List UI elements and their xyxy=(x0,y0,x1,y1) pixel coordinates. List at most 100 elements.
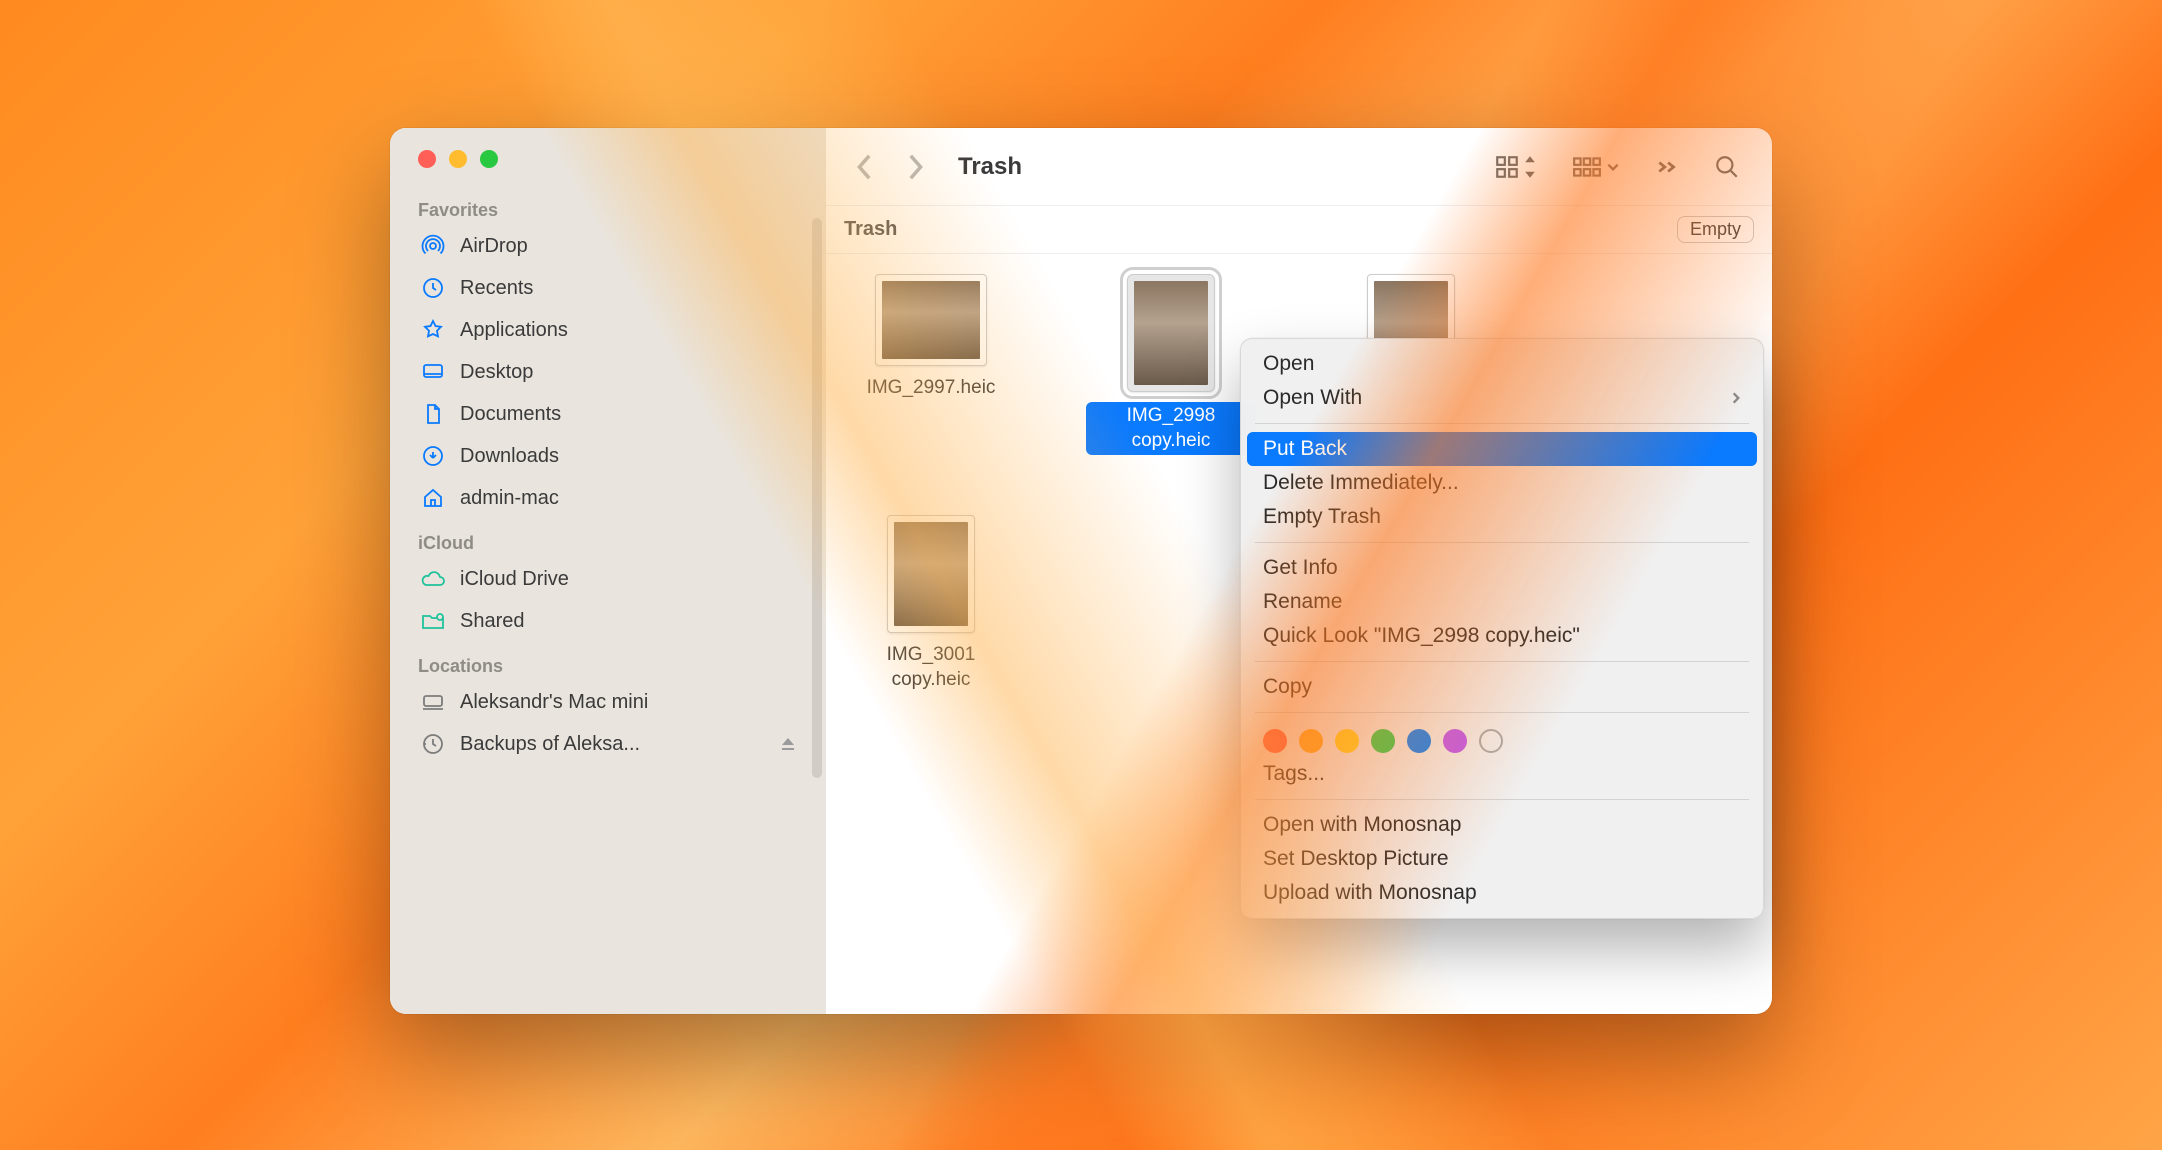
menu-item-label: Open with Monosnap xyxy=(1263,813,1461,837)
file-item[interactable]: IMG_3001 copy.heic xyxy=(846,515,1016,692)
sidebar-item-label: Documents xyxy=(460,403,561,426)
main-panel: Trash Trash Empty IMG_2997.heic IMG_2998 … xyxy=(826,128,1772,1014)
menu-item-label: Tags... xyxy=(1263,762,1325,786)
search-button[interactable] xyxy=(1706,150,1748,184)
menu-item-label: Upload with Monosnap xyxy=(1263,881,1477,905)
menu-item-label: Put Back xyxy=(1263,437,1347,461)
menu-separator xyxy=(1255,542,1749,543)
document-icon xyxy=(420,401,446,427)
menu-item-label: Copy xyxy=(1263,675,1312,699)
menu-item[interactable]: Delete Immediately... xyxy=(1241,466,1763,500)
sidebar-item-label: Backups of Aleksa... xyxy=(460,733,640,756)
close-button[interactable] xyxy=(418,150,436,168)
menu-item-label: Empty Trash xyxy=(1263,505,1381,529)
tag-none[interactable] xyxy=(1479,729,1503,753)
location-label: Trash xyxy=(844,218,897,241)
menu-item[interactable]: Open With xyxy=(1241,381,1763,415)
menu-item[interactable]: Copy xyxy=(1241,670,1763,704)
menu-item-label: Rename xyxy=(1263,590,1342,614)
sidebar-item-applications[interactable]: Applications xyxy=(390,309,826,351)
menu-item[interactable]: Rename xyxy=(1241,585,1763,619)
tags-row xyxy=(1241,721,1763,757)
sidebar-item-label: Desktop xyxy=(460,361,533,384)
tag-color[interactable] xyxy=(1407,729,1431,753)
file-name: IMG_2998 copy.heic xyxy=(1086,402,1256,455)
file-item[interactable]: IMG_2998 copy.heic xyxy=(1086,274,1256,455)
menu-item[interactable]: Put Back xyxy=(1247,432,1757,466)
section-icloud-label: iCloud xyxy=(390,519,826,558)
tag-color[interactable] xyxy=(1443,729,1467,753)
clock-icon xyxy=(420,275,446,301)
file-grid[interactable]: IMG_2997.heic IMG_2998 copy.heic IMG_2998.… xyxy=(826,254,1772,1014)
computer-icon xyxy=(420,689,446,715)
zoom-button[interactable] xyxy=(480,150,498,168)
sidebar-item-icloud-drive[interactable]: iCloud Drive xyxy=(390,558,826,600)
menu-item-label: Set Desktop Picture xyxy=(1263,847,1449,871)
group-button[interactable] xyxy=(1564,152,1628,182)
file-name: IMG_2998.heic xyxy=(1347,402,1476,427)
sidebar-item-label: admin-mac xyxy=(460,487,559,510)
menu-item[interactable]: Get Info xyxy=(1241,551,1763,585)
sidebar-item-computer[interactable]: Aleksandr's Mac mini xyxy=(390,681,826,723)
menu-item[interactable]: Open with Monosnap xyxy=(1241,808,1763,842)
tag-color[interactable] xyxy=(1299,729,1323,753)
downloads-icon xyxy=(420,443,446,469)
menu-item[interactable]: Quick Look "IMG_2998 copy.heic" xyxy=(1241,619,1763,653)
file-item[interactable]: IMG_2998.heic xyxy=(1326,274,1496,455)
sidebar-item-shared[interactable]: Shared xyxy=(390,600,826,642)
desktop-icon xyxy=(420,359,446,385)
eject-icon[interactable] xyxy=(780,736,796,752)
menu-item-label: Open With xyxy=(1263,386,1362,410)
menu-separator xyxy=(1255,661,1749,662)
menu-item-label: Quick Look "IMG_2998 copy.heic" xyxy=(1263,624,1580,648)
file-item[interactable]: IMG_2997.heic xyxy=(846,274,1016,455)
file-thumbnail xyxy=(1367,274,1455,392)
menu-item[interactable]: Upload with Monosnap xyxy=(1241,876,1763,910)
sidebar-item-label: Applications xyxy=(460,319,568,342)
more-button[interactable] xyxy=(1648,155,1686,179)
sidebar: Favorites AirDrop Recents Applications D… xyxy=(390,128,826,1014)
sidebar-scrollbar[interactable] xyxy=(812,218,822,778)
sidebar-item-label: Recents xyxy=(460,277,533,300)
minimize-button[interactable] xyxy=(449,150,467,168)
file-name: IMG_3001 copy.heic xyxy=(846,643,1016,692)
view-mode-button[interactable] xyxy=(1486,150,1544,184)
tag-color[interactable] xyxy=(1335,729,1359,753)
chevron-right-icon xyxy=(1731,391,1741,405)
time-machine-icon xyxy=(420,731,446,757)
sidebar-item-label: AirDrop xyxy=(460,235,528,258)
shared-folder-icon xyxy=(420,608,446,634)
empty-trash-button[interactable]: Empty xyxy=(1677,216,1754,243)
window-title: Trash xyxy=(958,153,1022,181)
menu-item[interactable]: Empty Trash xyxy=(1241,500,1763,534)
tag-color[interactable] xyxy=(1371,729,1395,753)
finder-window: Favorites AirDrop Recents Applications D… xyxy=(390,128,1772,1014)
desktop-background: Favorites AirDrop Recents Applications D… xyxy=(0,0,2162,1150)
menu-separator xyxy=(1255,423,1749,424)
sidebar-item-label: iCloud Drive xyxy=(460,568,569,591)
section-locations-label: Locations xyxy=(390,642,826,681)
back-button[interactable] xyxy=(850,147,880,187)
sidebar-item-home[interactable]: admin-mac xyxy=(390,477,826,519)
context-menu: Open Open With Put Back Delete Immediately.… xyxy=(1240,338,1764,919)
sidebar-item-desktop[interactable]: Desktop xyxy=(390,351,826,393)
airdrop-icon xyxy=(420,233,446,259)
sidebar-item-label: Downloads xyxy=(460,445,559,468)
tag-color[interactable] xyxy=(1263,729,1287,753)
applications-icon xyxy=(420,317,446,343)
sidebar-item-documents[interactable]: Documents xyxy=(390,393,826,435)
menu-item-label: Delete Immediately... xyxy=(1263,471,1459,495)
sidebar-item-label: Shared xyxy=(460,610,525,633)
sidebar-item-backups[interactable]: Backups of Aleksa... xyxy=(390,723,826,765)
menu-item[interactable]: Tags... xyxy=(1241,757,1763,791)
menu-item[interactable]: Set Desktop Picture xyxy=(1241,842,1763,876)
sidebar-item-downloads[interactable]: Downloads xyxy=(390,435,826,477)
forward-button[interactable] xyxy=(900,147,930,187)
window-controls xyxy=(390,150,826,186)
trash-header: Trash Empty xyxy=(826,206,1772,254)
toolbar: Trash xyxy=(826,128,1772,206)
sidebar-item-airdrop[interactable]: AirDrop xyxy=(390,225,826,267)
sidebar-item-recents[interactable]: Recents xyxy=(390,267,826,309)
menu-item[interactable]: Open xyxy=(1241,347,1763,381)
menu-item-label: Get Info xyxy=(1263,556,1338,580)
